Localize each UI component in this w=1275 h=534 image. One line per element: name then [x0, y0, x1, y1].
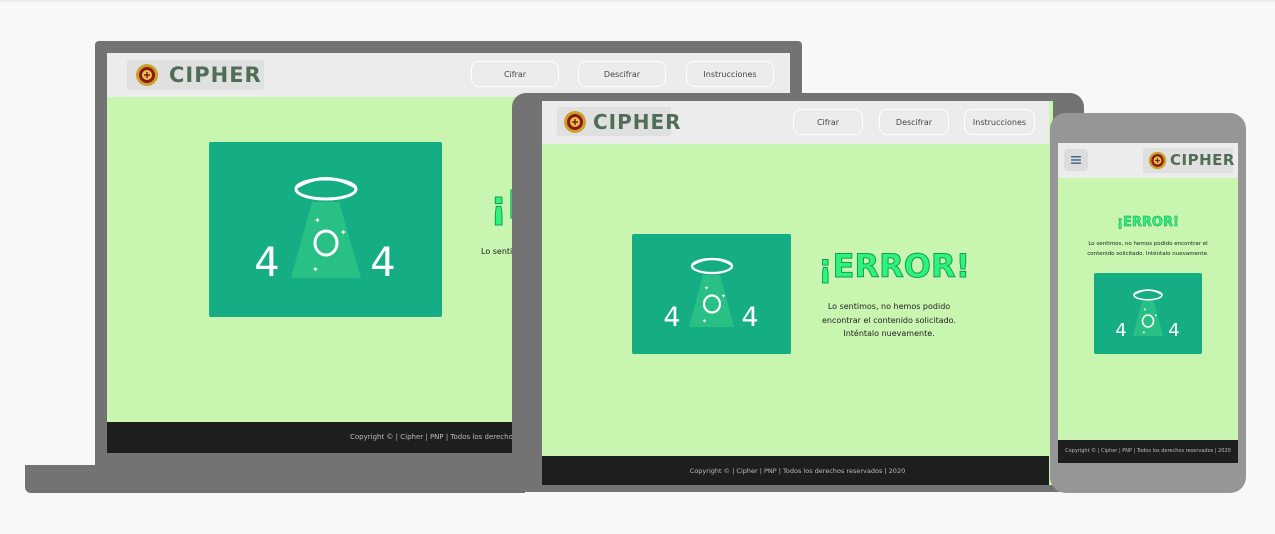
- svg-text:✦: ✦: [702, 318, 707, 325]
- nav-instrucciones-button[interactable]: Instrucciones: [964, 109, 1035, 135]
- error-title: ¡ERROR!: [817, 247, 971, 286]
- ufo-abduction-icon: ✦ ✦ ✦ 4 4: [663, 257, 759, 333]
- nav-instrucciones-button[interactable]: Instrucciones: [686, 61, 774, 87]
- svg-text:✦: ✦: [721, 293, 726, 300]
- phone-screen: CIPHER ¡ERROR! Lo sentimos, no hemos pod…: [1058, 143, 1238, 463]
- ufo-abduction-icon: ✦ ✦ ✦ 4 4: [1115, 289, 1180, 341]
- menu-button[interactable]: [1064, 149, 1088, 171]
- navbar: CIPHER: [1058, 143, 1238, 178]
- navbar: CIPHER Cifrar Descifrar Instrucciones: [542, 101, 1053, 144]
- code-right: 4: [741, 302, 758, 333]
- svg-text:✦: ✦: [704, 285, 709, 292]
- police-emblem-icon: [564, 111, 586, 133]
- error-message-line: encontrar el contenido solicitado.: [822, 315, 956, 325]
- error-message-line: Lo sentimos, no hemos podido encontrar e…: [1088, 241, 1208, 247]
- laptop-base: [25, 465, 525, 493]
- nav-cifrar-button[interactable]: Cifrar: [793, 109, 863, 135]
- svg-text:✦: ✦: [314, 216, 321, 225]
- code-left: 4: [663, 302, 680, 333]
- tablet-screen: CIPHER Cifrar Descifrar Instrucciones ✦ ✦…: [542, 101, 1053, 485]
- hamburger-icon: [1071, 156, 1081, 164]
- nav-cifrar-button[interactable]: Cifrar: [471, 61, 559, 87]
- error-message-line: Lo sentimos, no hemos podido: [827, 302, 951, 311]
- navbar: CIPHER Cifrar Descifrar Instrucciones: [107, 53, 790, 97]
- brand-name: CIPHER: [1170, 151, 1235, 169]
- code-left: 4: [254, 240, 279, 286]
- error-message-line: contenido solicitado. Inténtalo nuevamen…: [1087, 250, 1209, 257]
- error-message: Lo sentimos, no hemos podido encontrar e…: [814, 300, 964, 341]
- police-emblem-icon: [1148, 151, 1167, 170]
- svg-text:✦: ✦: [312, 265, 319, 274]
- top-border: [0, 0, 1275, 2]
- ufo-abduction-icon: ✦ ✦ ✦ 4 4: [254, 177, 396, 286]
- brand-name: CIPHER: [169, 63, 262, 87]
- brand-logo[interactable]: CIPHER: [1143, 148, 1235, 173]
- svg-text:✦: ✦: [1154, 313, 1158, 319]
- footer: Copyright © | Cipher | PNP | Todos los d…: [542, 456, 1053, 485]
- error-title: ¡ERROR!: [1117, 215, 1179, 231]
- nav-descifrar-button[interactable]: Descifrar: [879, 109, 949, 135]
- brand-logo[interactable]: CIPHER: [127, 60, 264, 90]
- svg-text:✦: ✦: [340, 228, 347, 237]
- brand-name: CIPHER: [593, 110, 682, 134]
- error-404-illustration: ✦ ✦ ✦ 4 4: [209, 142, 442, 317]
- footer-copyright: Copyright © | Cipher | PNP | Todos los d…: [689, 467, 906, 475]
- brand-logo[interactable]: CIPHER: [557, 107, 681, 136]
- svg-text:✦: ✦: [1142, 330, 1146, 336]
- nav-descifrar-button[interactable]: Descifrar: [578, 61, 666, 87]
- code-right: 4: [1168, 320, 1179, 341]
- code-right: 4: [370, 240, 395, 286]
- error-message-line: Inténtalo nuevamente.: [843, 329, 935, 338]
- code-left: 4: [1115, 320, 1126, 341]
- police-emblem-icon: [136, 64, 158, 86]
- svg-text:✦: ✦: [1143, 307, 1147, 313]
- error-404-illustration: ✦ ✦ ✦ 4 4: [1094, 273, 1202, 354]
- footer: Copyright © | Cipher | PNP | Todos los d…: [1058, 440, 1238, 463]
- error-message: Lo sentimos, no hemos podido encontrar e…: [1073, 240, 1223, 259]
- footer-copyright: Copyright © | Cipher | PNP | Todos los d…: [1065, 448, 1231, 454]
- error-404-illustration: ✦ ✦ ✦ 4 4: [632, 234, 791, 354]
